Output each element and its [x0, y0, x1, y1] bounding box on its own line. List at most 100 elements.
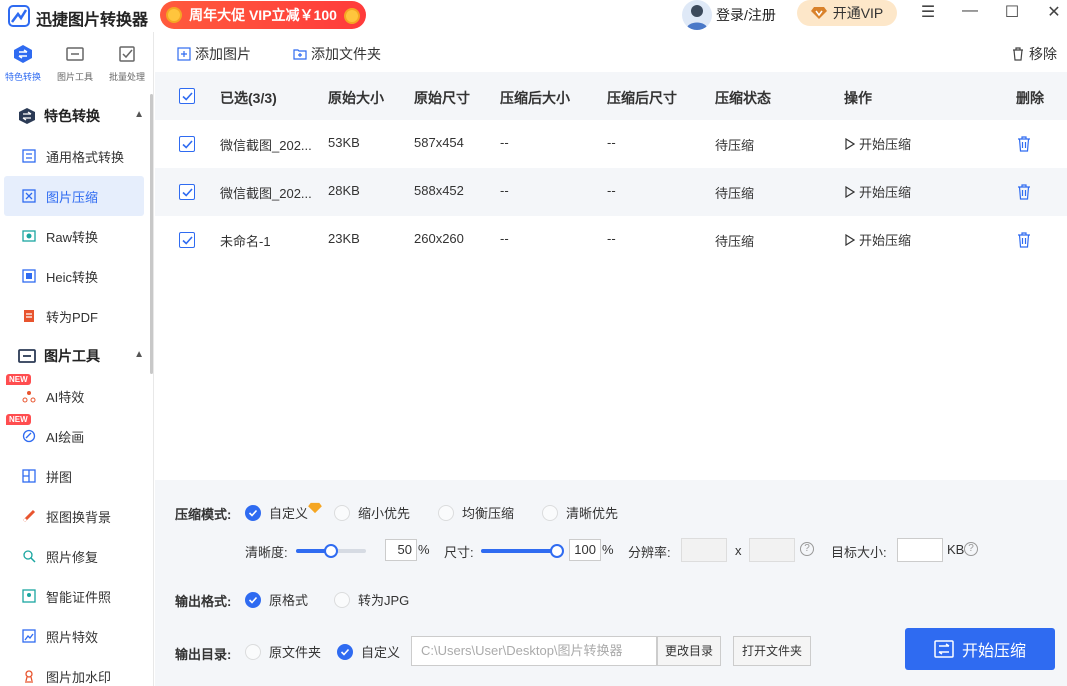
output-path-input[interactable]: C:\Users\User\Desktop\图片转换器 — [411, 636, 657, 666]
sidebar-item-watermark[interactable]: 图片加水印 — [4, 656, 144, 686]
cutout-icon — [22, 509, 36, 523]
menu-icon[interactable]: ☰ — [916, 2, 940, 22]
new-badge: NEW — [6, 414, 31, 425]
dir-custom-radio[interactable]: 自定义 — [337, 642, 400, 661]
add-folder-button[interactable]: 添加文件夹 — [293, 44, 381, 64]
minimize-icon[interactable]: — — [958, 2, 982, 20]
swap-icon — [934, 640, 954, 658]
section-image-tools[interactable]: 图片工具 ▲ — [18, 344, 148, 368]
row-checkbox[interactable] — [179, 184, 195, 200]
start-compress-row-button[interactable]: 开始压缩 — [845, 134, 911, 153]
sidebar-topnav: 特色转换 图片工具 批量处理 — [0, 32, 154, 90]
maximize-icon[interactable]: ☐ — [1000, 2, 1024, 22]
change-dir-button[interactable]: 更改目录 — [657, 636, 721, 666]
promo-banner[interactable]: 周年大促 VIP立减￥100 — [160, 1, 366, 29]
topnav-image-tools[interactable]: 图片工具 — [50, 44, 100, 83]
sidebar-item-heic[interactable]: Heic转换 — [4, 256, 144, 296]
size-value-input[interactable]: 100 — [569, 539, 601, 561]
sidebar-item-label: AI特效 — [46, 389, 85, 405]
format-jpg-radio[interactable]: 转为JPG — [334, 590, 409, 609]
mode-smaller-radio[interactable]: 缩小优先 — [334, 503, 410, 522]
trash-icon[interactable] — [1017, 184, 1031, 200]
close-icon[interactable]: ✕ — [1042, 2, 1066, 22]
header-status: 压缩状态 — [715, 90, 771, 106]
orig-dim: 260x260 — [414, 231, 464, 246]
coin-icon — [344, 8, 360, 24]
sidebar-item-repair[interactable]: 照片修复 — [4, 536, 144, 576]
open-folder-button[interactable]: 打开文件夹 — [733, 636, 811, 666]
clarity-slider-knob[interactable] — [324, 544, 338, 558]
ai-effect-icon — [22, 391, 36, 403]
add-image-button[interactable]: 添加图片 — [177, 44, 251, 64]
status: 待压缩 — [715, 186, 755, 201]
dir-original-radio[interactable]: 原文件夹 — [245, 642, 321, 661]
sidebar-item-label: Raw转换 — [46, 229, 99, 245]
sidebar-item-label: 拼图 — [46, 469, 73, 485]
size-label: 尺寸: — [444, 545, 474, 560]
row-checkbox[interactable] — [179, 232, 195, 248]
swap-icon — [19, 108, 35, 124]
help-icon[interactable]: ? — [964, 542, 978, 556]
mode-clarity-radio[interactable]: 清晰优先 — [542, 503, 618, 522]
target-size-label: 目标大小: — [831, 545, 887, 560]
sidebar-item-raw[interactable]: Raw转换 — [4, 216, 144, 256]
login-link[interactable]: 登录/注册 — [716, 5, 776, 25]
sidebar-item-compress[interactable]: 图片压缩 — [4, 176, 144, 216]
section-feature-convert[interactable]: 特色转换 ▲ — [18, 104, 148, 128]
start-compress-row-button[interactable]: 开始压缩 — [845, 182, 911, 201]
topnav-label: 特色转换 — [4, 72, 41, 82]
resolution-height-input[interactable] — [749, 538, 795, 562]
chevron-up-icon[interactable]: ▲ — [134, 109, 144, 120]
sidebar-item-pdf[interactable]: 转为PDF — [4, 296, 144, 336]
start-compress-button[interactable]: 开始压缩 — [905, 628, 1055, 670]
size-slider[interactable] — [481, 544, 564, 558]
target-size-input[interactable] — [897, 538, 943, 562]
resolution-width-input[interactable] — [681, 538, 727, 562]
table-row[interactable]: 微信截图_202... 28KB 588x452 -- -- 待压缩 开始压缩 — [155, 168, 1067, 216]
topnav-batch[interactable]: 批量处理 — [102, 44, 152, 83]
chevron-up-icon[interactable]: ▲ — [134, 349, 144, 360]
format-original-radio[interactable]: 原格式 — [245, 590, 308, 609]
avatar[interactable] — [682, 0, 712, 30]
trash-icon — [1013, 47, 1023, 61]
row-checkbox[interactable] — [179, 136, 195, 152]
play-icon — [845, 185, 855, 198]
format-label: 输出格式: — [175, 594, 232, 609]
clarity-slider[interactable] — [296, 544, 366, 558]
vip-button[interactable]: 开通VIP — [797, 0, 897, 26]
sidebar-item-cutout[interactable]: 抠图换背景 — [4, 496, 144, 536]
sidebar-item-id-photo[interactable]: 智能证件照 — [4, 576, 144, 616]
clarity-value-input[interactable]: 50 — [385, 539, 417, 561]
header-action: 操作 — [844, 90, 872, 106]
sidebar-item-ai-paint[interactable]: NEW AI绘画 — [4, 414, 144, 456]
help-icon[interactable]: ? — [800, 542, 814, 556]
main-panel: 添加图片 添加文件夹 移除 已选(3/3) 原始大小 原始尺寸 压缩后大小 压缩… — [155, 32, 1067, 686]
add-image-label: 添加图片 — [195, 46, 251, 62]
size-slider-knob[interactable] — [550, 544, 564, 558]
mode-custom-radio[interactable]: 自定义 — [245, 502, 322, 522]
sidebar-item-ai-effect[interactable]: NEW AI特效 — [4, 374, 144, 416]
status: 待压缩 — [715, 234, 755, 249]
sidebar-scrollbar[interactable] — [150, 94, 153, 374]
topnav-feature-convert[interactable]: 特色转换 — [0, 44, 48, 83]
diamond-icon — [810, 7, 827, 19]
format-label-text: 原格式 — [269, 593, 309, 608]
sidebar-item-photo-effect[interactable]: 照片特效 — [4, 616, 144, 656]
user-icon — [686, 5, 708, 30]
sidebar-item-label: 通用格式转换 — [46, 149, 125, 165]
table-header: 已选(3/3) 原始大小 原始尺寸 压缩后大小 压缩后尺寸 压缩状态 操作 删除 — [155, 72, 1067, 120]
trash-icon[interactable] — [1017, 136, 1031, 152]
sidebar-item-collage[interactable]: 拼图 — [4, 456, 144, 496]
table-row[interactable]: 未命名-1 23KB 260x260 -- -- 待压缩 开始压缩 — [155, 216, 1067, 264]
toolbar: 添加图片 添加文件夹 移除 — [155, 32, 1067, 72]
start-compress-row-button[interactable]: 开始压缩 — [845, 230, 911, 249]
add-folder-label: 添加文件夹 — [311, 46, 381, 62]
trash-icon[interactable] — [1017, 232, 1031, 248]
select-all-checkbox[interactable] — [179, 88, 195, 104]
vip-label: 开通VIP — [832, 5, 884, 21]
remove-button[interactable]: 移除 — [1011, 44, 1057, 64]
percent-sign: % — [602, 542, 614, 557]
sidebar-item-format-convert[interactable]: 通用格式转换 — [4, 136, 144, 176]
mode-balanced-radio[interactable]: 均衡压缩 — [438, 503, 514, 522]
table-row[interactable]: 微信截图_202... 53KB 587x454 -- -- 待压缩 开始压缩 — [155, 120, 1067, 168]
